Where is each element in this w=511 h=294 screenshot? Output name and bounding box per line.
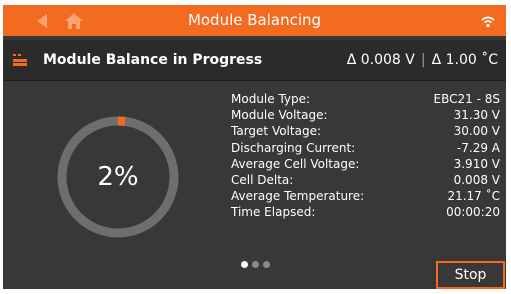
detail-label: Target Voltage: <box>231 124 321 139</box>
detail-row: Module Voltage: 31.30 V <box>231 107 500 123</box>
detail-value: 31.30 V <box>453 108 500 123</box>
delta-separator: | <box>420 52 426 68</box>
detail-row: Discharging Current: -7.29 A <box>231 140 500 156</box>
detail-row: Target Voltage: 30.00 V <box>231 123 500 139</box>
detail-row: Average Temperature: 21.17 ˚C <box>231 188 500 204</box>
detail-row: Average Cell Voltage: 3.910 V <box>231 156 500 172</box>
page-title: Module Balancing <box>187 11 322 29</box>
title-bar: Module Balancing <box>3 5 506 36</box>
detail-label: Cell Delta: <box>231 172 294 187</box>
page-dot[interactable] <box>241 261 248 268</box>
detail-value: 3.910 V <box>453 156 500 171</box>
progress-percent: 2% <box>97 162 139 192</box>
page-dot[interactable] <box>252 261 259 268</box>
detail-row: Cell Delta: 0.008 V <box>231 172 500 188</box>
detail-value: -7.29 A <box>456 140 500 155</box>
detail-row: Module Type: EBC21 - 8S <box>231 91 500 107</box>
detail-label: Module Voltage: <box>231 108 328 123</box>
detail-value: 21.17 ˚C <box>447 189 500 204</box>
detail-label: Time Elapsed: <box>231 205 316 220</box>
detail-value: 0.008 V <box>453 172 500 187</box>
details-list: Module Type: EBC21 - 8S Module Voltage: 31.… <box>231 91 500 221</box>
delta-temperature: Δ 1.00 ˚C <box>431 52 498 68</box>
detail-row: Time Elapsed: 00:00:20 <box>231 204 500 220</box>
delta-readout: Δ 0.008 V | Δ 1.00 ˚C <box>347 40 498 80</box>
detail-label: Average Cell Voltage: <box>231 156 360 171</box>
delta-voltage: Δ 0.008 V <box>346 52 415 68</box>
detail-value: EBC21 - 8S <box>433 92 500 106</box>
page-dot[interactable] <box>263 261 270 268</box>
wifi-icon <box>481 16 495 28</box>
detail-label: Discharging Current: <box>231 140 356 155</box>
status-title: Module Balance in Progress <box>43 52 263 68</box>
status-header: Module Balance in Progress Δ 0.008 V | Δ 1… <box>3 40 506 81</box>
detail-value: 30.00 V <box>453 124 500 139</box>
detail-label: Average Temperature: <box>231 189 365 204</box>
screen: Module Balancing Module Balance in Progr… <box>3 5 506 289</box>
detail-value: 00:00:20 <box>446 205 500 220</box>
battery-module-icon <box>13 54 27 66</box>
detail-label: Module Type: <box>231 92 311 106</box>
stop-button[interactable]: Stop <box>436 261 505 289</box>
